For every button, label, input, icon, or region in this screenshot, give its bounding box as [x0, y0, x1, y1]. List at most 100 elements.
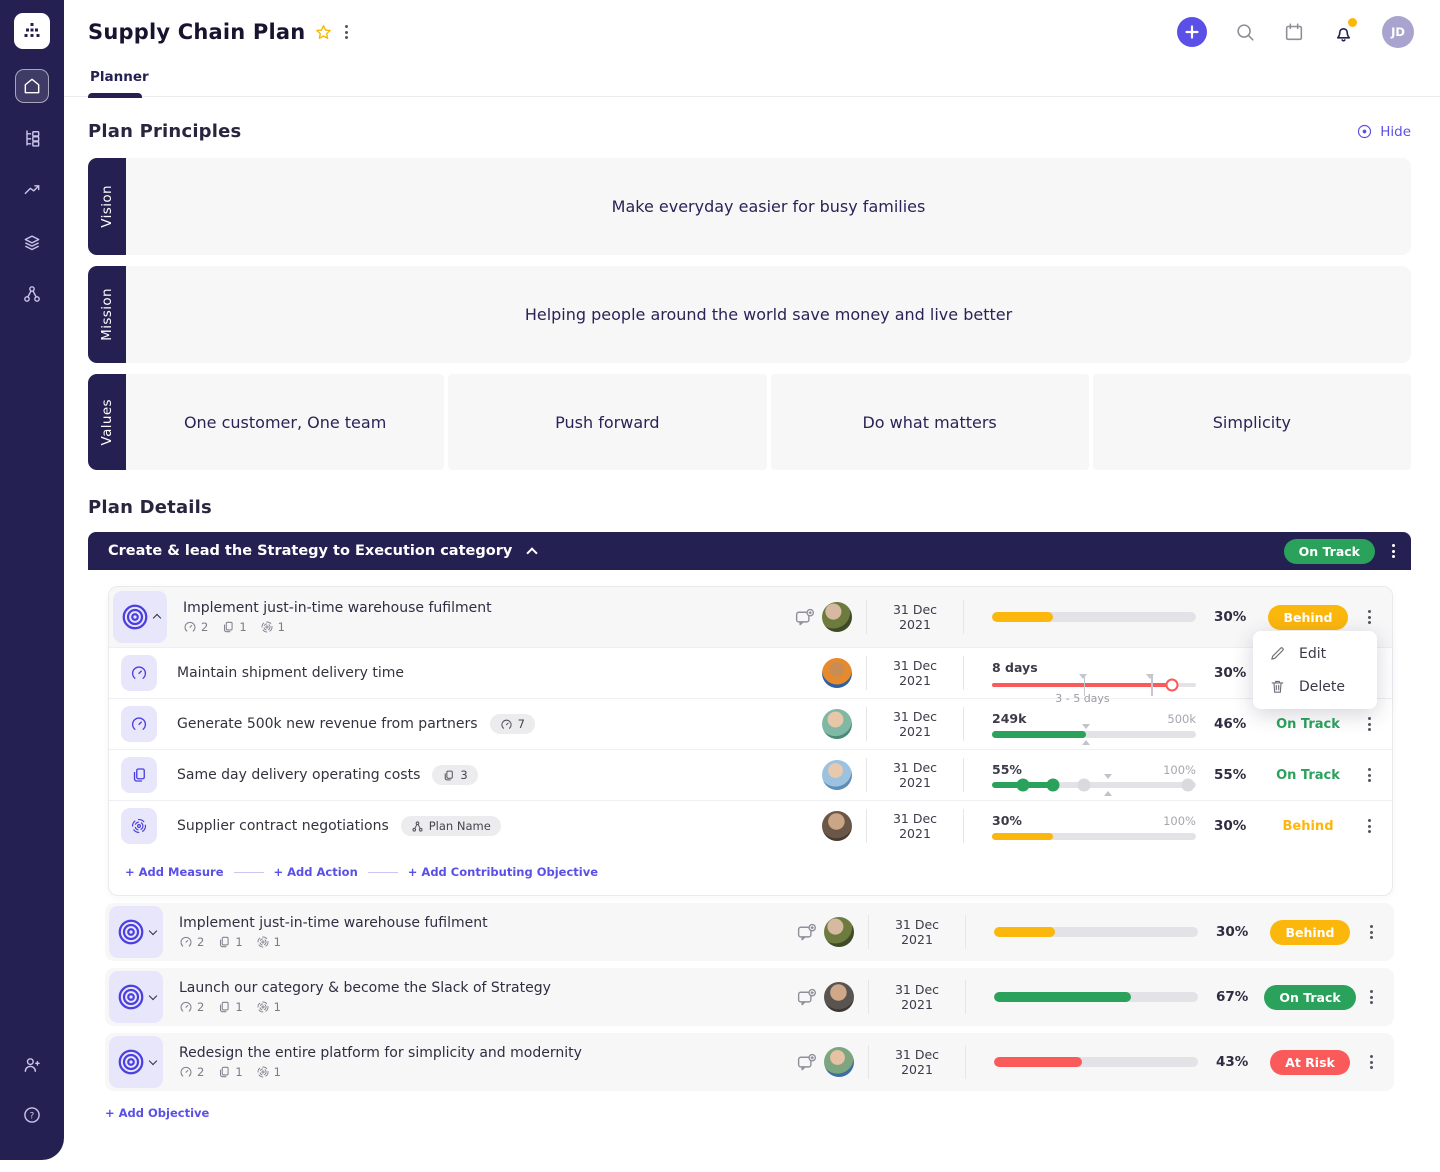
- user-avatar[interactable]: JD: [1382, 16, 1414, 48]
- copy-icon: [130, 766, 148, 784]
- context-menu-edit[interactable]: Edit: [1253, 637, 1377, 670]
- objective-icon-box[interactable]: [113, 591, 167, 643]
- sidebar-item-invite[interactable]: [15, 1048, 49, 1082]
- row-kebab-menu[interactable]: [1365, 607, 1374, 627]
- row-kebab-menu[interactable]: [1367, 1052, 1376, 1072]
- calendar-button[interactable]: [1283, 21, 1305, 43]
- milestone-dot-done[interactable]: [1047, 779, 1060, 792]
- objective-row[interactable]: Implement just-in-time warehouse fufilme…: [109, 587, 1392, 647]
- linked-actions-badge[interactable]: 3: [432, 765, 477, 785]
- assignee-avatar[interactable]: [824, 982, 854, 1012]
- sidebar-item-network[interactable]: [15, 277, 49, 311]
- row-kebab-menu[interactable]: [1365, 816, 1374, 836]
- sidebar-item-hierarchy[interactable]: [15, 121, 49, 155]
- search-icon: [1234, 21, 1256, 43]
- sidebar-item-help[interactable]: ?: [15, 1098, 49, 1132]
- objective-card[interactable]: Redesign the entire platform for simplic…: [105, 1033, 1394, 1091]
- copy-icon: [217, 1065, 231, 1079]
- measure-row[interactable]: Same day delivery operating costs 3 31 D…: [109, 749, 1392, 800]
- status-badge[interactable]: At Risk: [1270, 1050, 1350, 1075]
- hide-principles-button[interactable]: Hide: [1356, 123, 1411, 140]
- values-label: Values: [88, 374, 126, 470]
- chevron-up-icon[interactable]: [153, 614, 161, 622]
- context-menu-delete[interactable]: Delete: [1253, 670, 1377, 703]
- add-comment-button[interactable]: [788, 922, 824, 943]
- objective-card[interactable]: Launch our category & become the Slack o…: [105, 968, 1394, 1026]
- add-objective-link[interactable]: + Add Objective: [105, 1106, 209, 1120]
- app-logo[interactable]: [14, 13, 50, 49]
- row-kebab-menu[interactable]: [1365, 714, 1374, 734]
- progress-percent: 30%: [1210, 818, 1258, 834]
- add-comment-button[interactable]: [788, 987, 824, 1008]
- assignee-avatar[interactable]: [824, 1047, 854, 1077]
- objective-icon-box[interactable]: [109, 906, 163, 958]
- measure-row[interactable]: Generate 500k new revenue from partners …: [109, 698, 1392, 749]
- chevron-down-icon[interactable]: [149, 991, 157, 999]
- milestone-dot-pending[interactable]: [1181, 779, 1194, 792]
- add-measure-link[interactable]: + Add Measure: [125, 865, 224, 879]
- status-text[interactable]: On Track: [1276, 717, 1340, 732]
- tab-planner[interactable]: Planner: [88, 69, 151, 96]
- objective-card[interactable]: Implement just-in-time warehouse fufilme…: [105, 903, 1394, 961]
- comment-add-icon: [794, 607, 815, 628]
- search-button[interactable]: [1234, 21, 1256, 43]
- spiral-target-icon: [256, 1065, 270, 1079]
- gauge-icon: [179, 935, 193, 949]
- milestone-dot-pending[interactable]: [1077, 779, 1090, 792]
- hierarchy-icon: [22, 128, 42, 148]
- measure-row[interactable]: Supplier contract negotiations Plan Name…: [109, 800, 1392, 851]
- row-kebab-menu[interactable]: [1367, 922, 1376, 942]
- measure-row[interactable]: Maintain shipment delivery time 31 Dec 2…: [109, 647, 1392, 698]
- chevron-down-icon[interactable]: [149, 1056, 157, 1064]
- favorite-star-icon[interactable]: [314, 23, 333, 42]
- assignee-avatar[interactable]: [822, 760, 852, 790]
- sidebar-item-layers[interactable]: [15, 225, 49, 259]
- assignee-avatar[interactable]: [822, 811, 852, 841]
- objective-icon-box[interactable]: [109, 1036, 163, 1088]
- notifications-button[interactable]: [1332, 21, 1355, 44]
- assignee-avatar[interactable]: [822, 602, 852, 632]
- collapse-chevron-icon[interactable]: [527, 547, 538, 558]
- assignee-avatar[interactable]: [822, 709, 852, 739]
- assignee-avatar[interactable]: [824, 917, 854, 947]
- plan-name-badge[interactable]: Plan Name: [401, 816, 501, 836]
- sidebar-item-trends[interactable]: [15, 173, 49, 207]
- target-progress: 249k500k: [992, 711, 1196, 738]
- add-comment-button[interactable]: [788, 1052, 824, 1073]
- plan-principles-heading: Plan Principles: [88, 121, 241, 142]
- objective-counts: 2 1 1: [183, 620, 492, 634]
- row-kebab-menu[interactable]: [1367, 987, 1376, 1007]
- slider-handle[interactable]: [1165, 678, 1178, 691]
- row-kebab-menu[interactable]: [1365, 765, 1374, 785]
- progress-percent: 30%: [1210, 609, 1258, 625]
- group-kebab-menu[interactable]: [1389, 541, 1398, 561]
- assignee-avatar[interactable]: [822, 658, 852, 688]
- measure-title: Same day delivery operating costs: [177, 767, 420, 783]
- add-action-link[interactable]: + Add Action: [274, 865, 358, 879]
- milestone-dot-done[interactable]: [1016, 779, 1029, 792]
- eye-icon: [1356, 123, 1373, 140]
- group-card: Implement just-in-time warehouse fufilme…: [108, 586, 1393, 896]
- status-badge[interactable]: Behind: [1270, 920, 1349, 945]
- status-badge[interactable]: On Track: [1264, 985, 1355, 1010]
- create-button[interactable]: [1177, 17, 1207, 47]
- sidebar-item-home[interactable]: [15, 69, 49, 103]
- add-contributing-objective-link[interactable]: + Add Contributing Objective: [408, 865, 598, 879]
- objective-icon-box[interactable]: [109, 971, 163, 1023]
- title-kebab-menu[interactable]: [342, 22, 351, 42]
- objective-group-header[interactable]: Create & lead the Strategy to Execution …: [88, 532, 1411, 570]
- objective-counts: 2 1 1: [179, 1065, 582, 1079]
- status-badge[interactable]: Behind: [1268, 605, 1347, 630]
- range-slider[interactable]: 8 days 3 - 5 days: [992, 660, 1196, 687]
- chevron-down-icon[interactable]: [149, 926, 157, 934]
- add-comment-button[interactable]: [786, 607, 822, 628]
- current-marker: [1082, 724, 1090, 729]
- group-title: Create & lead the Strategy to Execution …: [108, 543, 512, 559]
- status-text[interactable]: On Track: [1276, 768, 1340, 783]
- page-title: Supply Chain Plan: [88, 20, 305, 44]
- due-date: 31 Dec 2021: [883, 982, 951, 1012]
- linked-measures-badge[interactable]: 7: [490, 714, 535, 734]
- logo-dots-icon: [22, 21, 42, 41]
- status-text[interactable]: Behind: [1283, 819, 1334, 834]
- plus-icon: [1184, 24, 1200, 40]
